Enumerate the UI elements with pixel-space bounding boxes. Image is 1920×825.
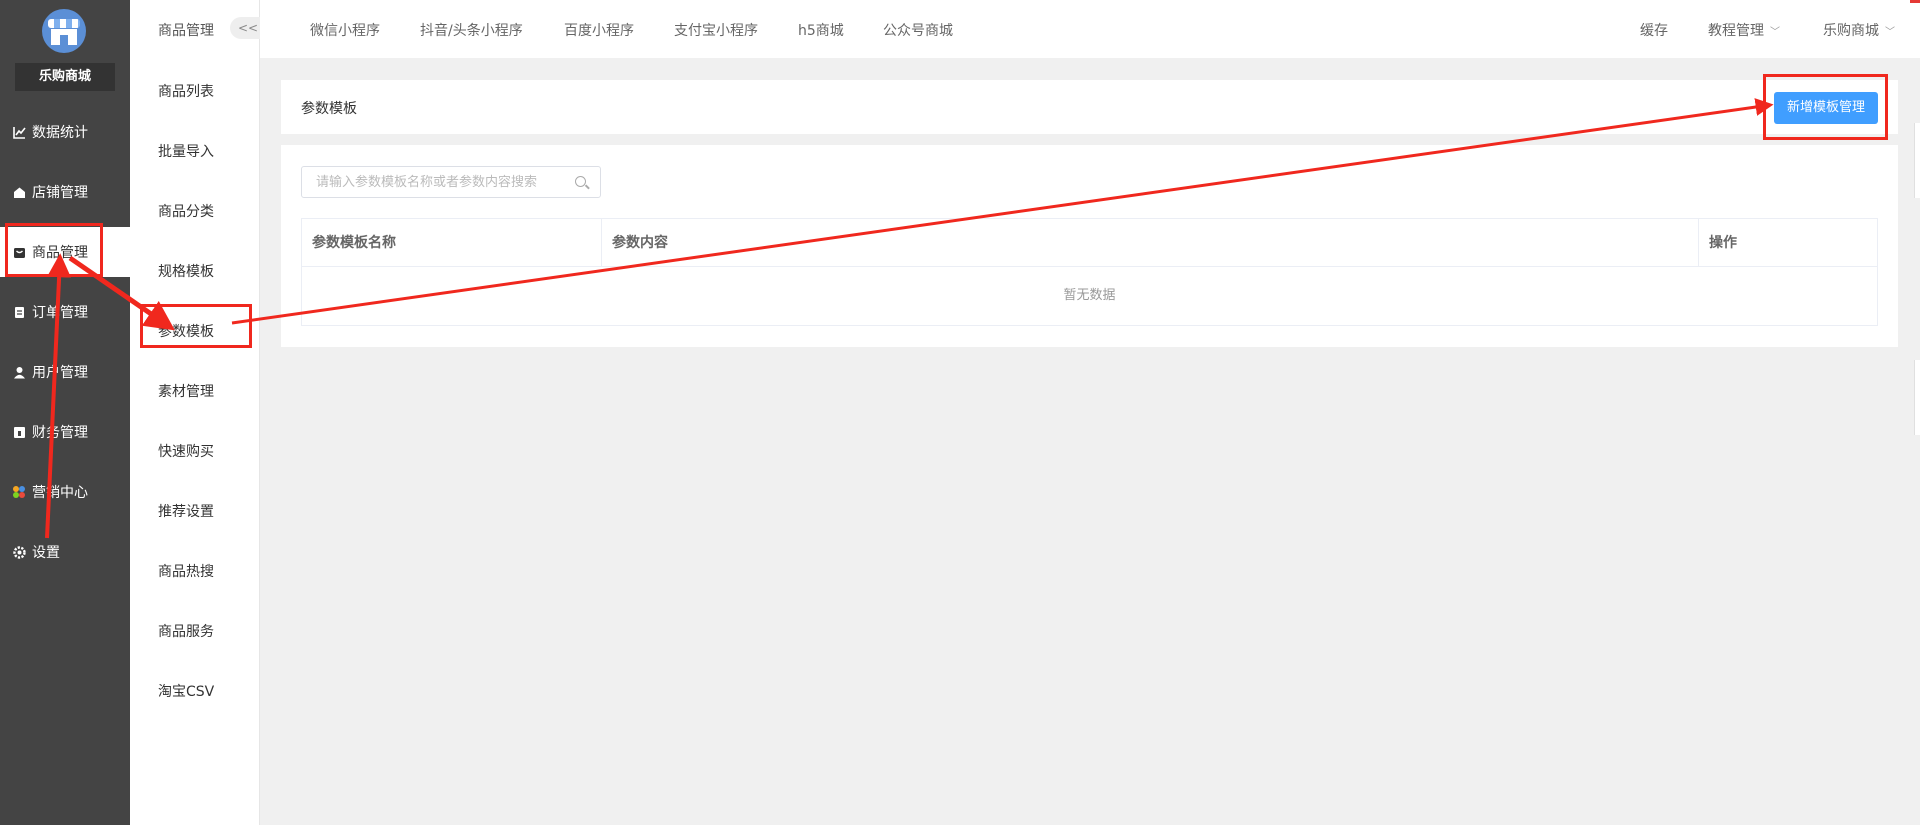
sidebar-item-label: 数据统计 xyxy=(32,125,88,141)
subnav-item-taobao-csv[interactable]: 淘宝CSV xyxy=(158,681,214,701)
subnav-item-quick-buy[interactable]: 快速购买 xyxy=(158,441,214,461)
param-template-table: 参数模板名称 参数内容 操作 暂无数据 xyxy=(301,218,1878,326)
chevron-down-icon: ﹀ xyxy=(1885,27,1895,38)
subnav-item-spec-template[interactable]: 规格模板 xyxy=(158,261,214,281)
tab-baidu-miniprogram[interactable]: 百度小程序 xyxy=(564,20,634,40)
subnav-item-hot-search[interactable]: 商品热搜 xyxy=(158,561,214,581)
subnav-item-service[interactable]: 商品服务 xyxy=(158,621,214,641)
page-header-card: 参数模板 新增模板管理 xyxy=(281,80,1898,134)
store-icon xyxy=(12,185,26,199)
column-header-actions: 操作 xyxy=(1709,235,1737,251)
collapse-button[interactable]: << xyxy=(230,17,260,39)
subnav-item-material[interactable]: 素材管理 xyxy=(158,381,214,401)
annotation-box-goods xyxy=(5,223,103,277)
sidebar-item-marketing[interactable]: 营销中心 xyxy=(0,467,130,517)
shop-menu[interactable]: 乐购商城 ﹀ xyxy=(1823,20,1895,40)
sidebar-item-label: 订单管理 xyxy=(32,305,88,321)
user-icon xyxy=(12,365,26,379)
main-sidebar: 乐购商城 数据统计 店铺管理 商品管理 订单管理 用户管理 财务管理 营销中心 … xyxy=(0,0,130,825)
sidebar-item-label: 用户管理 xyxy=(32,365,88,381)
sidebar-item-label: 财务管理 xyxy=(32,425,88,441)
sidebar-item-data-stats[interactable]: 数据统计 xyxy=(0,107,130,157)
tab-h5-mall[interactable]: h5商城 xyxy=(798,20,844,40)
side-float-tab[interactable] xyxy=(1914,360,1920,435)
top-header: 微信小程序 抖音/头条小程序 百度小程序 支付宝小程序 h5商城 公众号商城 缓… xyxy=(260,0,1920,58)
tab-alipay-miniprogram[interactable]: 支付宝小程序 xyxy=(674,20,758,40)
shop-name[interactable]: 乐购商城 xyxy=(15,63,115,91)
search-input[interactable] xyxy=(302,167,562,197)
finance-icon xyxy=(12,425,26,439)
annotation-box-param-template xyxy=(140,304,252,348)
shop-menu-label: 乐购商城 xyxy=(1823,23,1879,39)
sidebar-item-label: 设置 xyxy=(32,545,60,561)
tutorial-menu[interactable]: 教程管理 ﹀ xyxy=(1708,20,1780,40)
subnav-item-batch-import[interactable]: 批量导入 xyxy=(158,141,214,161)
subnav-item-goods-list[interactable]: 商品列表 xyxy=(158,81,214,101)
sidebar-item-label: 店铺管理 xyxy=(32,185,88,201)
page-title: 参数模板 xyxy=(301,101,357,117)
subnav-item-category[interactable]: 商品分类 xyxy=(158,201,214,221)
tutorial-menu-label: 教程管理 xyxy=(1708,23,1764,39)
search-icon[interactable] xyxy=(575,176,586,187)
sub-sidebar: 商品管理 << 商品列表 批量导入 商品分类 规格模板 参数模板 素材管理 快速… xyxy=(130,0,260,825)
sidebar-item-orders[interactable]: 订单管理 xyxy=(0,287,130,337)
tab-official-account-mall[interactable]: 公众号商城 xyxy=(883,20,953,40)
content-card: 参数模板名称 参数内容 操作 暂无数据 xyxy=(281,145,1898,347)
column-header-content: 参数内容 xyxy=(602,219,1699,267)
chart-line-icon xyxy=(12,125,26,139)
tab-wechat-miniprogram[interactable]: 微信小程序 xyxy=(310,20,380,40)
table-header: 参数模板名称 参数内容 操作 xyxy=(302,219,1877,267)
column-header-name: 参数模板名称 xyxy=(302,219,602,267)
marketing-icon xyxy=(12,485,26,499)
sidebar-item-store[interactable]: 店铺管理 xyxy=(0,167,130,217)
sidebar-item-users[interactable]: 用户管理 xyxy=(0,347,130,397)
chevron-down-icon: ﹀ xyxy=(1770,27,1780,38)
tab-douyin-miniprogram[interactable]: 抖音/头条小程序 xyxy=(420,20,523,40)
search-box[interactable] xyxy=(301,166,601,198)
cache-link[interactable]: 缓存 xyxy=(1640,20,1668,40)
shop-logo[interactable] xyxy=(42,9,86,53)
sidebar-item-label: 营销中心 xyxy=(32,485,88,501)
subnav-item-recommend[interactable]: 推荐设置 xyxy=(158,501,214,521)
empty-state-text: 暂无数据 xyxy=(1063,288,1116,303)
corner-marker xyxy=(1910,0,1920,3)
annotation-box-add-button xyxy=(1763,74,1888,140)
sidebar-item-finance[interactable]: 财务管理 xyxy=(0,407,130,457)
gear-icon xyxy=(12,545,26,559)
clipboard-icon xyxy=(12,305,26,319)
sidebar-item-settings[interactable]: 设置 xyxy=(0,527,130,577)
side-float-tab[interactable] xyxy=(1914,123,1920,198)
subnav-title: 商品管理 xyxy=(158,23,214,39)
